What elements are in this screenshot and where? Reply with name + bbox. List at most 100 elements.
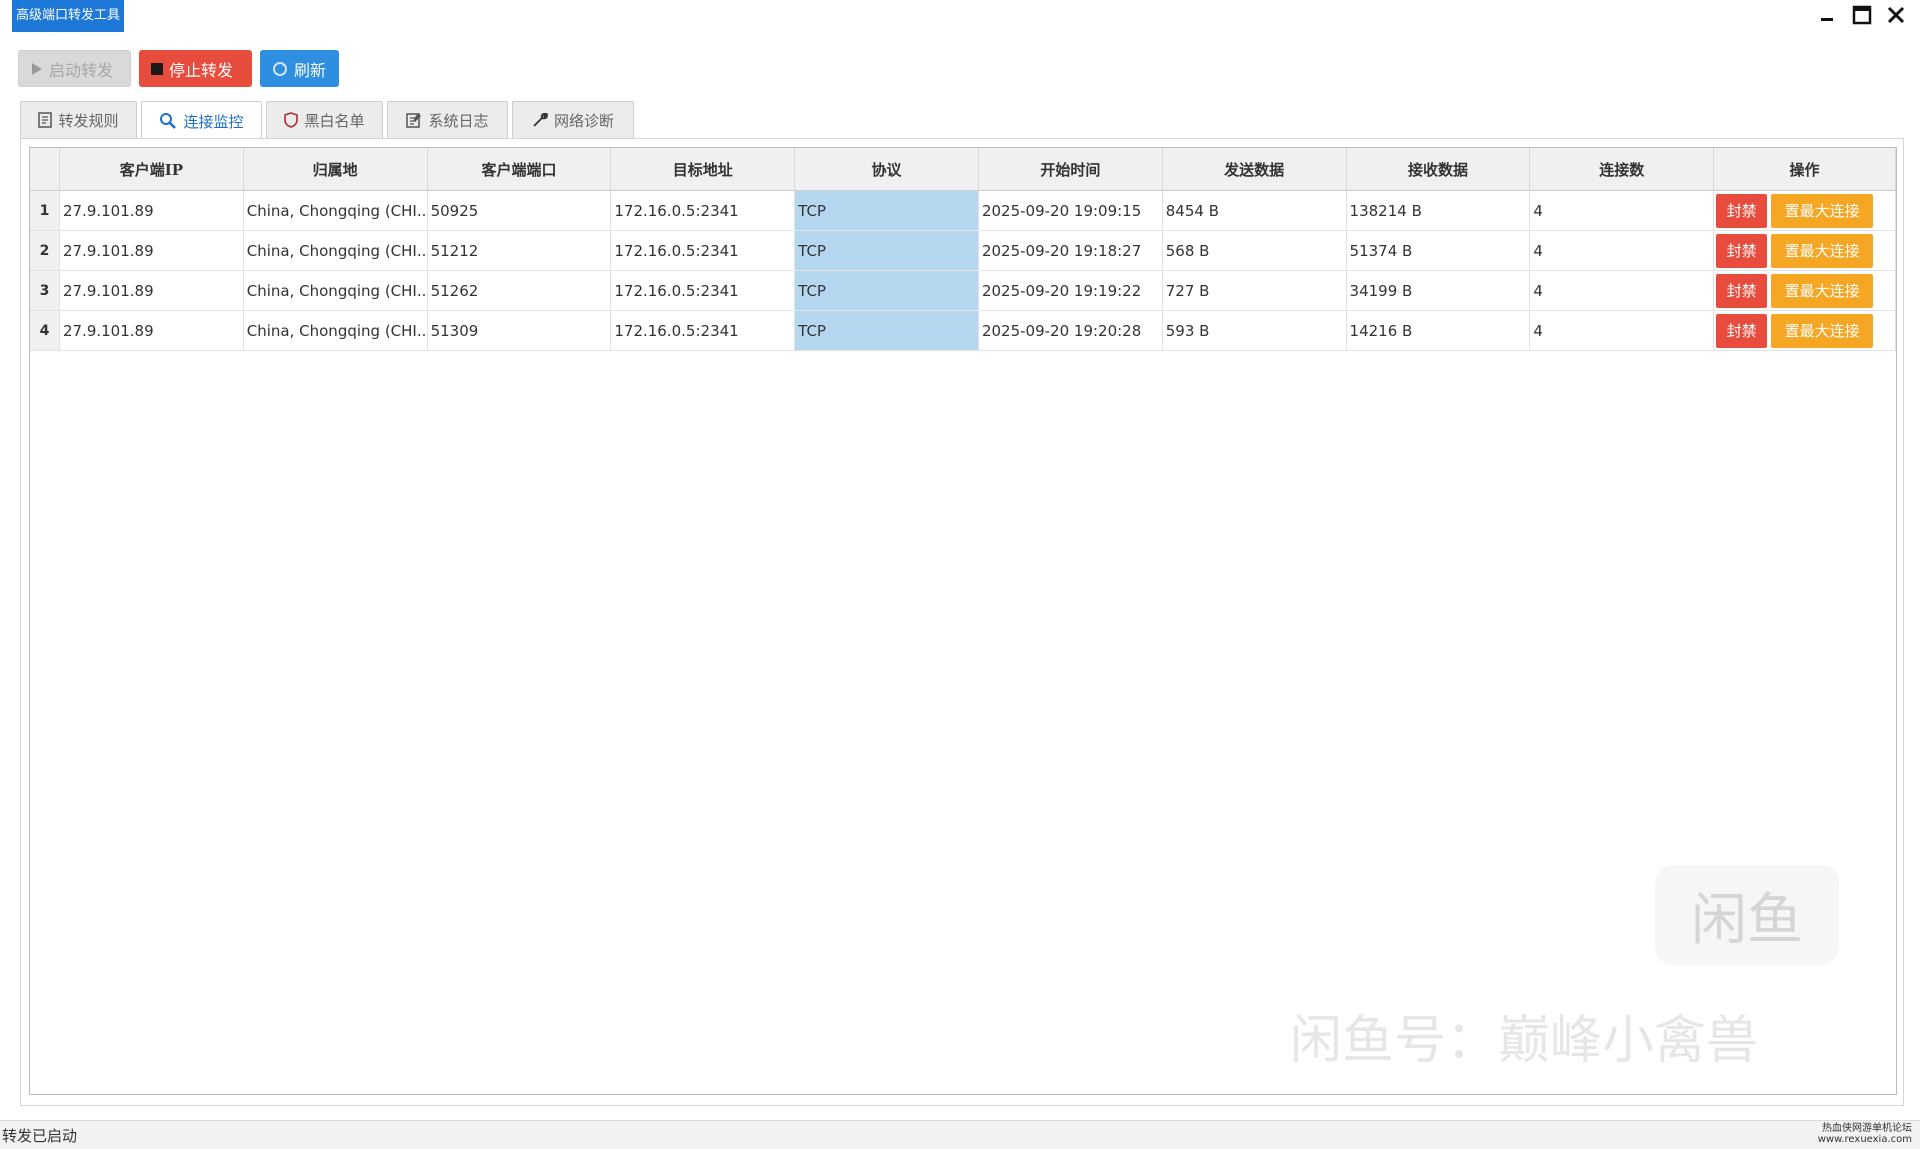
set-max-connections-button[interactable]: 置最大连接 (1771, 273, 1874, 308)
header-received-data[interactable]: 接收数据 (1347, 148, 1531, 190)
table-row[interactable]: 2 27.9.101.89 China, Chongqing (CHI... 5… (30, 231, 1896, 271)
cell-protocol: TCP (795, 191, 979, 230)
window-title: 高级端口转发工具 (12, 0, 125, 32)
status-bar: 转发已启动 热血侠网游单机论坛 www.rexuexia.com (0, 1120, 1920, 1149)
header-actions: 操作 (1714, 148, 1896, 190)
set-max-connections-button[interactable]: 置最大连接 (1771, 233, 1874, 268)
row-index: 4 (30, 311, 60, 350)
set-max-connections-button[interactable]: 置最大连接 (1771, 193, 1874, 228)
cell-target-address: 172.16.0.5:2341 (611, 231, 796, 270)
cell-target-address: 172.16.0.5:2341 (611, 271, 796, 310)
toolbar: 启动转发 停止转发 刷新 (18, 50, 339, 87)
set-max-connections-button[interactable]: 置最大连接 (1771, 313, 1874, 348)
tab-black-white-list[interactable]: 黑白名单 (266, 101, 383, 138)
cell-sent-data: 727 B (1163, 271, 1347, 310)
header-target-address[interactable]: 目标地址 (611, 148, 796, 190)
header-location[interactable]: 归属地 (244, 148, 428, 190)
minimize-icon[interactable] (1816, 2, 1840, 28)
row-index: 1 (30, 191, 60, 230)
search-icon (159, 112, 177, 130)
maximize-icon[interactable] (1850, 2, 1874, 28)
ban-button[interactable]: 封禁 (1716, 273, 1768, 308)
ban-button[interactable]: 封禁 (1716, 233, 1768, 268)
table-header: 客户端IP 归属地 客户端端口 目标地址 协议 开始时间 发送数据 接收数据 连… (30, 148, 1896, 191)
ban-button[interactable]: 封禁 (1716, 313, 1768, 348)
window-controls (1816, 2, 1908, 28)
header-client-port[interactable]: 客户端端口 (428, 148, 612, 190)
tab-black-white-list-label: 黑白名单 (304, 111, 365, 130)
header-client-ip[interactable]: 客户端IP (60, 148, 244, 190)
cell-client-port: 50925 (428, 191, 612, 230)
corner-watermark: 热血侠网游单机论坛 www.rexuexia.com (1818, 1123, 1912, 1145)
row-index: 3 (30, 271, 60, 310)
cell-actions: 封禁 置最大连接 (1714, 231, 1896, 270)
cell-actions: 封禁 置最大连接 (1714, 191, 1896, 230)
header-start-time[interactable]: 开始时间 (979, 148, 1163, 190)
cell-location: China, Chongqing (CHI... (244, 271, 428, 310)
cell-start-time: 2025-09-20 19:09:15 (979, 191, 1163, 230)
tab-network-diagnostics[interactable]: 网络诊断 (512, 101, 634, 138)
cell-sent-data: 593 B (1163, 311, 1347, 350)
row-index: 2 (30, 231, 60, 270)
corner-watermark-line2: www.rexuexia.com (1817, 1134, 1912, 1145)
refresh-label: 刷新 (294, 60, 327, 80)
tab-system-log-label: 系统日志 (428, 111, 489, 130)
cell-protocol: TCP (795, 271, 979, 310)
cell-connection-count: 4 (1530, 191, 1715, 230)
cell-received-data: 138214 B (1347, 191, 1531, 230)
cell-start-time: 2025-09-20 19:18:27 (979, 231, 1163, 270)
header-connection-count[interactable]: 连接数 (1530, 148, 1715, 190)
cell-sent-data: 568 B (1163, 231, 1347, 270)
cell-received-data: 34199 B (1347, 271, 1531, 310)
cell-location: China, Chongqing (CHI... (244, 311, 428, 350)
cell-client-ip: 27.9.101.89 (60, 311, 244, 350)
cell-location: China, Chongqing (CHI... (244, 191, 428, 230)
cell-sent-data: 8454 B (1163, 191, 1347, 230)
watermark-logo: 闲鱼 (1655, 865, 1839, 965)
table-row[interactable]: 1 27.9.101.89 China, Chongqing (CHI... 5… (30, 191, 1896, 231)
cell-connection-count: 4 (1530, 271, 1715, 310)
header-sent-data[interactable]: 发送数据 (1163, 148, 1347, 190)
tab-bar: 转发规则 连接监控 黑白名单 系统日志 网络诊断 (20, 101, 634, 140)
cell-start-time: 2025-09-20 19:19:22 (979, 271, 1163, 310)
stop-forward-label: 停止转发 (169, 60, 234, 80)
table-row[interactable]: 3 27.9.101.89 China, Chongqing (CHI... 5… (30, 271, 1896, 311)
connection-monitor-panel: 客户端IP 归属地 客户端端口 目标地址 协议 开始时间 发送数据 接收数据 连… (20, 138, 1904, 1106)
ban-button[interactable]: 封禁 (1716, 193, 1768, 228)
cell-target-address: 172.16.0.5:2341 (611, 191, 796, 230)
close-icon[interactable] (1884, 2, 1908, 28)
header-protocol[interactable]: 协议 (795, 148, 979, 190)
cell-client-ip: 27.9.101.89 (60, 271, 244, 310)
cell-client-ip: 27.9.101.89 (60, 231, 244, 270)
cell-client-port: 51212 (428, 231, 612, 270)
cell-actions: 封禁 置最大连接 (1714, 311, 1896, 350)
cell-received-data: 14216 B (1347, 311, 1531, 350)
start-forward-label: 启动转发 (49, 60, 114, 80)
tab-forward-rules[interactable]: 转发规则 (20, 101, 137, 138)
cell-protocol: TCP (795, 231, 979, 270)
table-row[interactable]: 4 27.9.101.89 China, Chongqing (CHI... 5… (30, 311, 1896, 351)
start-forward-button[interactable]: 启动转发 (18, 50, 131, 87)
stop-forward-button[interactable]: 停止转发 (139, 50, 252, 87)
log-icon (406, 112, 422, 128)
document-icon (38, 112, 53, 128)
refresh-button[interactable]: 刷新 (260, 50, 339, 87)
cell-target-address: 172.16.0.5:2341 (611, 311, 796, 350)
shield-icon (284, 112, 299, 128)
cell-connection-count: 4 (1530, 231, 1715, 270)
cell-client-port: 51309 (428, 311, 612, 350)
tab-forward-rules-label: 转发规则 (58, 111, 119, 130)
play-icon (31, 62, 43, 76)
stop-icon (151, 62, 163, 75)
cell-connection-count: 4 (1530, 311, 1715, 350)
cell-protocol: TCP (795, 311, 979, 350)
tab-system-log[interactable]: 系统日志 (387, 101, 508, 138)
status-text: 转发已启动 (2, 1127, 78, 1145)
tab-connection-monitor-label: 连接监控 (183, 112, 244, 131)
watermark-text: 闲鱼号：巅峰小禽兽 (1290, 1011, 1759, 1071)
wrench-icon (532, 112, 548, 128)
cell-received-data: 51374 B (1347, 231, 1531, 270)
tab-connection-monitor[interactable]: 连接监控 (141, 101, 262, 140)
corner-watermark-line1: 热血侠网游单机论坛 (1822, 1123, 1912, 1134)
cell-client-port: 51262 (428, 271, 612, 310)
